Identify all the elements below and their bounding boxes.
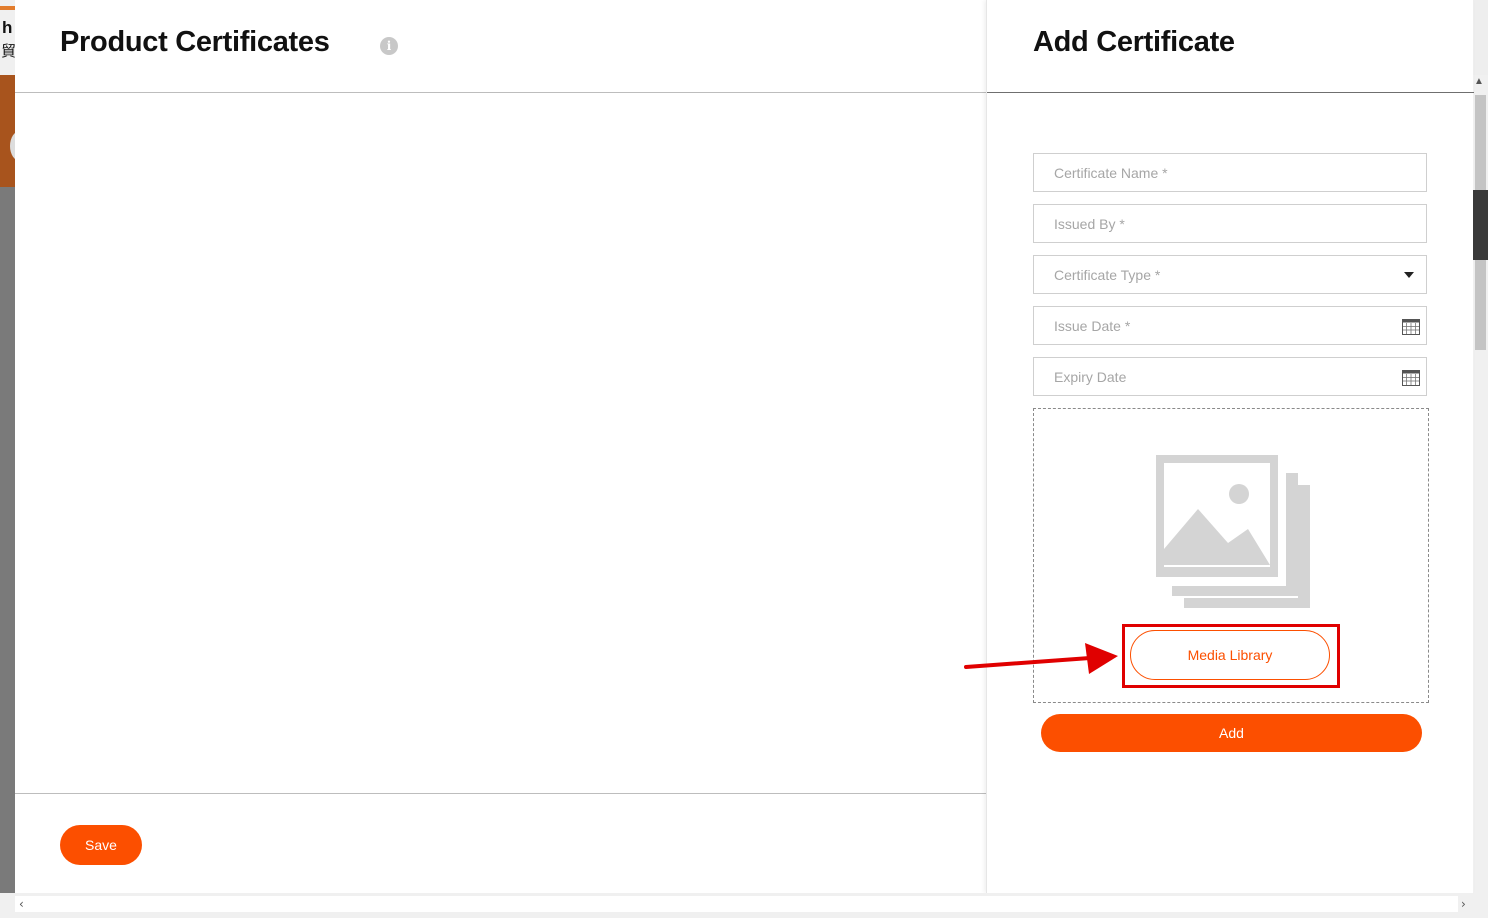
certificate-name-placeholder: Certificate Name * bbox=[1054, 165, 1168, 181]
background-side-tab[interactable] bbox=[1473, 190, 1488, 260]
left-header: Product Certificates i bbox=[15, 0, 986, 93]
horizontal-scrollbar-thumb[interactable] bbox=[15, 896, 1458, 912]
save-button[interactable]: Save bbox=[60, 825, 142, 865]
scroll-left-icon[interactable]: ‹ bbox=[19, 897, 24, 911]
panel-title: Add Certificate bbox=[1033, 26, 1235, 58]
image-dropzone[interactable]: Media Library bbox=[1033, 408, 1429, 703]
issued-by-input[interactable]: Issued By * bbox=[1033, 204, 1427, 243]
page-title: Product Certificates bbox=[60, 26, 330, 58]
certificates-modal: Product Certificates i Save Add Certific… bbox=[15, 0, 1474, 893]
background-header-text-2: 貿 bbox=[1, 42, 15, 60]
image-gallery-icon bbox=[1156, 455, 1310, 608]
issue-date-input[interactable]: Issue Date * bbox=[1033, 306, 1427, 345]
background-header-text: h bbox=[2, 18, 13, 37]
expiry-date-input[interactable]: Expiry Date bbox=[1033, 357, 1427, 396]
background-left-header: h 貿 bbox=[0, 0, 15, 75]
info-icon[interactable]: i bbox=[380, 37, 398, 55]
expiry-date-placeholder: Expiry Date bbox=[1054, 369, 1127, 385]
horizontal-scrollbar[interactable]: ‹ › bbox=[0, 893, 1473, 918]
calendar-icon[interactable] bbox=[1402, 318, 1420, 335]
background-right-top bbox=[1473, 0, 1488, 75]
certificate-type-select[interactable]: Certificate Type * bbox=[1033, 255, 1427, 294]
product-certificates-pane: Product Certificates i Save bbox=[15, 0, 986, 893]
scroll-right-icon[interactable]: › bbox=[1461, 897, 1466, 911]
caret-down-icon[interactable] bbox=[1404, 272, 1414, 278]
background-orange-stripe bbox=[0, 6, 15, 10]
calendar-icon[interactable] bbox=[1402, 369, 1420, 386]
issue-date-placeholder: Issue Date * bbox=[1054, 318, 1131, 334]
certificate-type-placeholder: Certificate Type * bbox=[1054, 267, 1161, 283]
media-library-button[interactable]: Media Library bbox=[1130, 630, 1330, 680]
certificate-name-input[interactable]: Certificate Name * bbox=[1033, 153, 1427, 192]
left-footer: Save bbox=[15, 793, 986, 894]
background-banner bbox=[0, 75, 30, 187]
issued-by-placeholder: Issued By * bbox=[1054, 216, 1125, 232]
add-button[interactable]: Add bbox=[1041, 714, 1422, 752]
scroll-up-icon[interactable]: ▲ bbox=[1474, 76, 1484, 87]
right-header: Add Certificate bbox=[987, 0, 1474, 93]
add-certificate-pane: Add Certificate Certificate Name * Issue… bbox=[986, 0, 1474, 893]
